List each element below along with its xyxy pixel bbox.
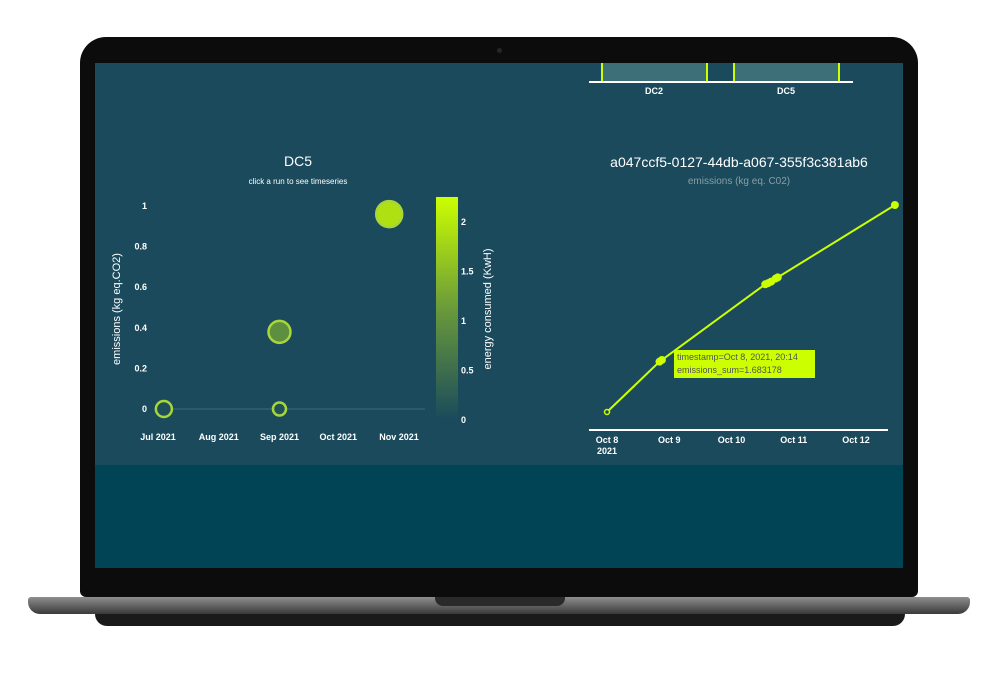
scatter-x-tick-label: Jul 2021 (140, 432, 176, 442)
bar-dc2[interactable] (601, 63, 708, 83)
colorbar-label: energy consumed (KwH) (482, 248, 494, 369)
line-x-tick-label: Oct 12 (842, 435, 870, 445)
colorbar-tick-label: 0 (461, 415, 466, 425)
line-chart: a047ccf5-0127-44db-a067-355f3c381ab6 emi… (589, 154, 899, 456)
colorbar-tick-label: 1.5 (461, 266, 474, 276)
line-point[interactable] (773, 273, 782, 282)
colorbar-tick-label: 0.5 (461, 365, 474, 375)
line-x-tick-label: Oct 9 (658, 435, 681, 445)
line-subtitle: emissions (kg eq. C02) (688, 176, 790, 187)
dashboard-charts: DC2 DC5 DC5 click a run to see timeserie… (111, 63, 899, 456)
scatter-y-tick-label: 0.4 (134, 323, 147, 333)
scatter-y-axis-label: emissions (kg eq.CO2) (111, 253, 123, 365)
colorbar (436, 197, 458, 420)
line-x-tick-label: Oct 10 (718, 435, 746, 445)
bar-dc5[interactable] (733, 63, 840, 83)
bar-chart: DC2 DC5 (589, 63, 853, 96)
tooltip: timestamp=Oct 8, 2021, 20:14 emissions_s… (674, 350, 815, 378)
scatter-x-tick-label: Sep 2021 (260, 432, 299, 442)
scatter-title: DC5 (284, 153, 312, 169)
scatter-chart: DC5 click a run to see timeseries emissi… (111, 153, 494, 442)
bar-category-label: DC2 (645, 86, 663, 96)
laptop-notch (435, 597, 565, 606)
laptop-underside (95, 614, 905, 626)
line-point[interactable] (603, 408, 611, 416)
line-point[interactable] (657, 355, 666, 364)
bar-category-label: DC5 (777, 86, 795, 96)
scatter-x-tick-label: Oct 2021 (319, 432, 357, 442)
line-x-tick-label: Oct 8 (596, 435, 619, 445)
emissions-line (606, 204, 896, 413)
colorbar-tick-label: 1 (461, 316, 466, 326)
scatter-y-tick-label: 0.2 (134, 363, 147, 373)
line-x-tick-label: Oct 11 (780, 435, 807, 445)
tooltip-line: emissions_sum=1.683178 (677, 365, 782, 375)
scatter-point[interactable] (154, 399, 174, 419)
line-x-tick-label: 2021 (597, 446, 617, 456)
scatter-point[interactable] (374, 199, 404, 229)
scatter-y-tick-label: 0.6 (134, 282, 147, 292)
line-point[interactable] (890, 201, 899, 209)
scatter-x-tick-label: Nov 2021 (379, 432, 419, 442)
scatter-x-tick-label: Aug 2021 (199, 432, 239, 442)
dashboard-panel: DC2 DC5 DC5 click a run to see timeserie… (95, 63, 903, 465)
camera-icon (497, 48, 502, 53)
scatter-y-tick-label: 0 (142, 404, 147, 414)
scatter-y-tick-label: 0.8 (134, 242, 147, 252)
line-title: a047ccf5-0127-44db-a067-355f3c381ab6 (610, 154, 868, 170)
scatter-subtitle: click a run to see timeseries (249, 177, 348, 186)
scatter-point[interactable] (271, 401, 288, 417)
colorbar-tick-label: 2 (461, 217, 466, 227)
scatter-point[interactable] (267, 319, 292, 345)
screen: DC2 DC5 DC5 click a run to see timeserie… (95, 63, 903, 568)
tooltip-line: timestamp=Oct 8, 2021, 20:14 (677, 352, 798, 362)
scatter-y-tick-label: 1 (142, 201, 147, 211)
